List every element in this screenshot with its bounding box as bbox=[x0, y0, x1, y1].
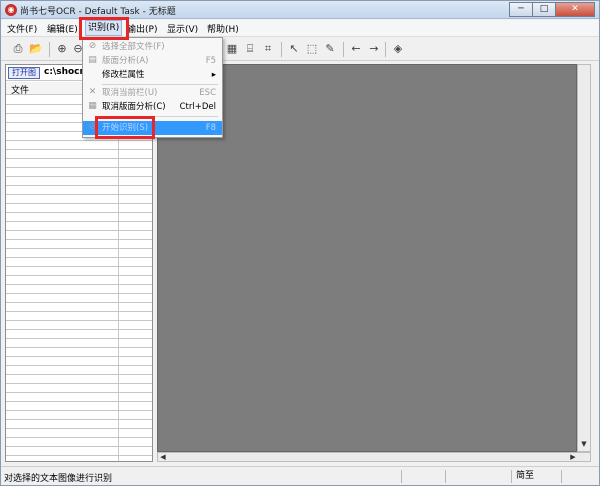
arrow-right-icon[interactable]: → bbox=[367, 42, 381, 56]
highlight-box-item bbox=[95, 116, 155, 139]
status-cell bbox=[561, 470, 597, 483]
submenu-arrow-icon: ▸ bbox=[211, 70, 216, 80]
scan-icon[interactable]: ⎙ bbox=[11, 42, 25, 56]
vertical-scrollbar[interactable]: ▼ bbox=[577, 64, 591, 452]
toolbar-separator bbox=[343, 42, 344, 57]
menu-item-label: 版面分析(A) bbox=[102, 56, 149, 66]
open-folder-icon[interactable]: 📂 bbox=[29, 42, 43, 56]
zoom-in-icon[interactable]: ⊕ bbox=[55, 42, 69, 56]
scroll-down-icon[interactable]: ▼ bbox=[578, 438, 590, 450]
menu-cancel-layout-analysis[interactable]: ▦ 取消版面分析(C) Ctrl+Del bbox=[83, 100, 222, 114]
menu-item-label: 取消当前栏(U) bbox=[102, 88, 158, 98]
layout-analysis-icon: ▤ bbox=[88, 55, 97, 65]
scroll-right-icon[interactable]: ▶ bbox=[568, 453, 578, 461]
status-cell bbox=[401, 470, 445, 483]
status-language: 简至 bbox=[511, 470, 561, 483]
maximize-button[interactable]: □ bbox=[532, 2, 556, 17]
menu-item-shortcut: Ctrl+Del bbox=[179, 102, 216, 112]
file-list[interactable] bbox=[6, 96, 152, 461]
select-all-icon: ⊘ bbox=[88, 41, 97, 51]
open-image-button[interactable]: 打开图 bbox=[8, 67, 40, 79]
menu-output[interactable]: 输出(P) bbox=[125, 22, 159, 35]
menu-view[interactable]: 显示(V) bbox=[165, 22, 200, 35]
status-bar: 对选择的文本图像进行识别 简至 bbox=[1, 466, 599, 485]
toolbar-separator bbox=[281, 42, 282, 57]
menu-layout-analysis[interactable]: ▤ 版面分析(A) F5 bbox=[83, 54, 222, 68]
scroll-left-icon[interactable]: ◀ bbox=[158, 453, 168, 461]
crop-icon[interactable]: ⌗ bbox=[261, 42, 275, 56]
horizontal-scrollbar[interactable]: ◀ ▶ bbox=[157, 452, 591, 462]
column-divider bbox=[118, 96, 119, 461]
app-logo-icon: ◉ bbox=[5, 4, 17, 16]
menu-item-label: 选择全部文件(F) bbox=[102, 42, 165, 52]
menu-item-shortcut: ESC bbox=[199, 88, 216, 98]
toolbar-separator bbox=[385, 42, 386, 57]
recognize-icon[interactable]: ◈ bbox=[391, 42, 405, 56]
menu-modify-column-properties[interactable]: 修改栏属性 ▸ bbox=[83, 68, 222, 82]
split-icon[interactable]: ⌸ bbox=[243, 42, 257, 56]
highlight-box-menu bbox=[79, 17, 129, 40]
pen-icon[interactable]: ✎ bbox=[323, 42, 337, 56]
file-column-header[interactable]: 文件 bbox=[11, 83, 29, 96]
select-area-icon[interactable]: ⬚ bbox=[305, 42, 319, 56]
window-title: 尚书七号OCR - Default Task - 无标题 bbox=[20, 7, 176, 17]
close-button[interactable]: ✕ bbox=[555, 2, 595, 17]
menu-cancel-current-column[interactable]: ✕ 取消当前栏(U) ESC bbox=[83, 86, 222, 100]
pointer-icon[interactable]: ↖ bbox=[287, 42, 301, 56]
path-label: c:\shocr bbox=[44, 67, 84, 77]
minimize-button[interactable]: ─ bbox=[509, 2, 533, 17]
menu-select-all-files[interactable]: ⊘ 选择全部文件(F) bbox=[83, 40, 222, 54]
app-window: ◉ 尚书七号OCR - Default Task - 无标题 ─ □ ✕ 文件(… bbox=[0, 0, 600, 486]
menu-item-shortcut: F5 bbox=[205, 56, 216, 66]
toolbar-separator bbox=[49, 42, 50, 57]
cancel-layout-icon: ▦ bbox=[88, 101, 97, 111]
menu-item-label: 取消版面分析(C) bbox=[102, 102, 166, 112]
cancel-current-icon: ✕ bbox=[88, 87, 97, 97]
arrow-left-icon[interactable]: ← bbox=[349, 42, 363, 56]
grid-icon[interactable]: ▦ bbox=[225, 42, 239, 56]
menu-item-shortcut: F8 bbox=[205, 123, 216, 133]
status-cell bbox=[445, 470, 511, 483]
menu-help[interactable]: 帮助(H) bbox=[205, 22, 241, 35]
status-message: 对选择的文本图像进行识别 bbox=[4, 474, 113, 484]
menu-separator bbox=[102, 84, 218, 85]
menu-edit[interactable]: 编辑(E) bbox=[45, 22, 80, 35]
window-controls: ─ □ ✕ bbox=[509, 2, 595, 17]
menu-item-label: 修改栏属性 bbox=[102, 70, 145, 80]
menu-file[interactable]: 文件(F) bbox=[5, 22, 39, 35]
